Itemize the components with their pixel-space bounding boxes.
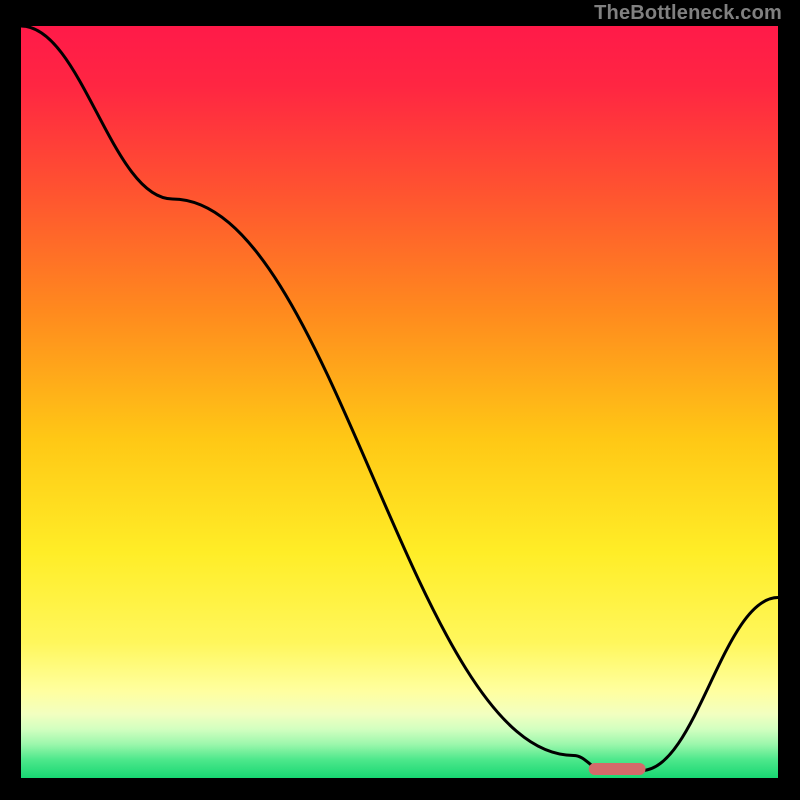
watermark-text: TheBottleneck.com: [594, 2, 782, 25]
bottleneck-curve-plot: [21, 26, 778, 778]
chart-frame: TheBottleneck.com: [0, 0, 800, 800]
optimal-range-marker: [589, 763, 646, 775]
gradient-background: [21, 26, 778, 778]
